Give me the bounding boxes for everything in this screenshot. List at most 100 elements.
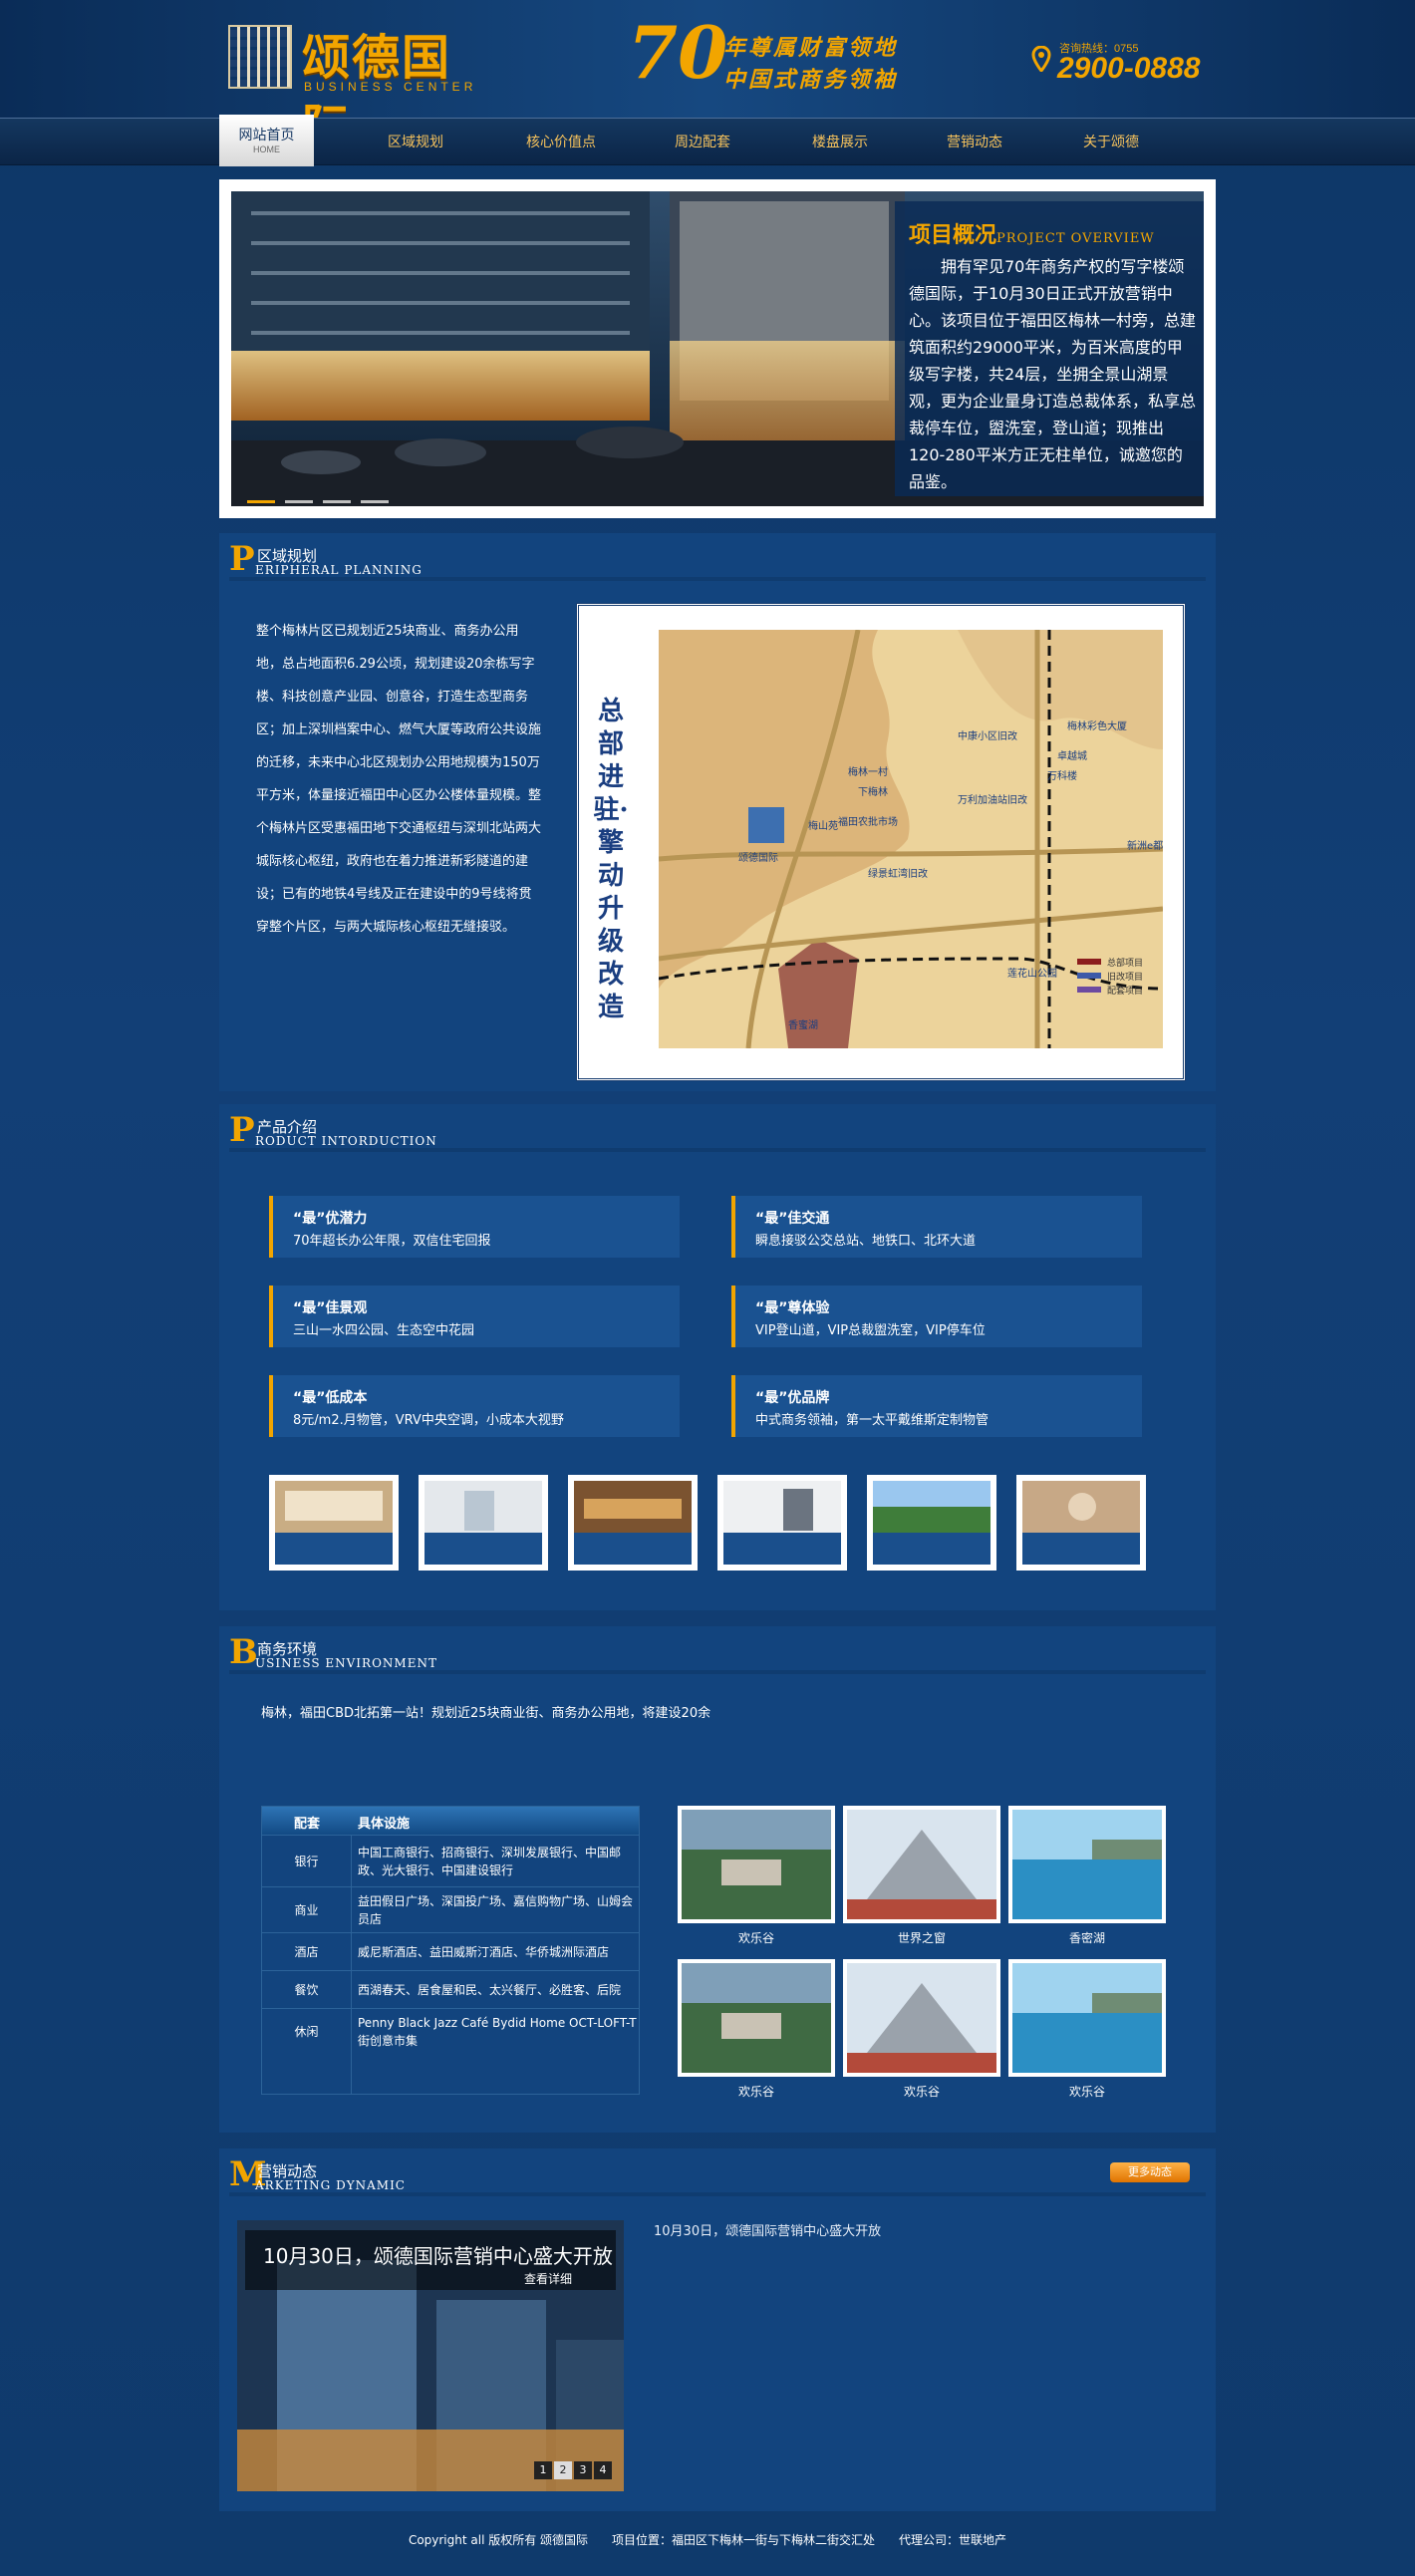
slogan: 70 年尊属财富领地 中国式商务领袖 [628,10,937,98]
map-label-market: 福田农批市场 [838,815,898,828]
feature-desc: 8元/m2.月物管，VRV中央空调，小成本大视野 [293,1413,564,1428]
hotline-number: 2900-0888 [1057,52,1201,85]
product-thumbnail[interactable] [717,1475,847,1571]
table-row: 休闲 Penny Black Jazz Café Bydid Home OCT-L… [262,2008,639,2094]
product-title-en: RODUCT INTORDUCTION [255,1134,437,1148]
product-thumbnail[interactable] [1016,1475,1146,1571]
feature-title: “最”尊体验 [755,1300,830,1316]
project-overview-panel: 项目概况PROJECT OVERVIEW 拥有罕见70年商务产权的写字楼颂德国际… [895,201,1204,496]
table-row: 银行 中国工商银行、招商银行、深圳发展银行、中国邮政、光大银行、中国建设银行 [262,1835,639,1886]
feature-title: “最”低成本 [293,1390,368,1406]
product-heading: P 产品介绍 RODUCT INTORDUCTION [229,1110,1206,1152]
planning-letter: P [229,539,255,579]
nav-item-marketing[interactable]: 营销动态 [910,119,1039,166]
nav-item-about[interactable]: 关于颂德 [1046,119,1176,166]
map-label-zhuoyue: 卓越城 [1057,749,1087,762]
feature-desc: 瞬息接驳公交总站、地铁口、北环大道 [755,1234,977,1249]
product-thumbnail[interactable] [568,1475,698,1571]
feature-card: “最”低成本 8元/m2.月物管，VRV中央空调，小成本大视野 [269,1375,680,1437]
table-cell-key: 银行 [262,1836,352,1886]
planning-map: 梅林一村 下梅林 梅山苑 福田农批市场 颂德国际 绿景虹湾旧改 中康小区旧改 万… [659,630,1163,1048]
scenery-photo[interactable] [678,1959,835,2077]
pager-page-3[interactable]: 3 [574,2461,592,2479]
planning-heading: P 区域规划 ERIPHERAL PLANNING [229,539,1206,581]
more-news-button[interactable]: 更多动态 [1110,2162,1190,2182]
feature-card: “最”佳交通瞬息接驳公交总站、地铁口、北环大道 [731,1196,1142,1258]
map-label-lvjing: 绿景虹湾旧改 [868,867,928,880]
table-cell-key: 休闲 [262,2009,352,2094]
news-detail-link[interactable]: 查看详细 [524,2270,572,2287]
page: 颂德国际 BUSINESS CENTER 70 年尊属财富领地 中国式商务领袖 … [0,0,1415,2576]
pager-page-4[interactable]: 4 [594,2461,612,2479]
feature-desc: VIP登山道，VIP总裁盥洗室，VIP停车位 [755,1323,986,1338]
feature-title: “最”优潜力 [293,1211,368,1227]
business-title-en: USINESS ENVIRONMENT [255,1656,437,1670]
product-thumbnail[interactable] [419,1475,548,1571]
slide-indicators [247,488,399,506]
pager-page-2[interactable]: 2 [554,2461,572,2479]
slide-dot-1[interactable] [247,500,275,503]
hotline: 咨询热线：0755 2900-0888 [1031,38,1221,88]
table-cell-value: 益田假日广场、深国投广场、嘉信购物广场、山姆会员店 [358,1894,634,1926]
section-planning: P 区域规划 ERIPHERAL PLANNING 整个梅林片区已规划近25块商… [219,533,1216,1091]
logo-mark-icon [228,25,292,89]
feature-desc: 70年超长办公年限，双信住宅回报 [293,1234,491,1249]
nav-home[interactable]: 网站首页 HOME [219,115,314,166]
feature-card: “最”佳景观三山一水四公园、生态空中花园 [269,1286,680,1347]
news-slide[interactable]: 10月30日，颂德国际营销中心盛大开放 查看详细 1234 [237,2220,624,2491]
business-intro: 梅林，福田CBD北拓第一站！规划近25块商业街、商务办公用地，将建设20余 [261,1706,711,1721]
feature-desc: 三山一水四公园、生态空中花园 [293,1323,475,1338]
slide-dot-4[interactable] [361,500,389,503]
table-header-cell: 具体设施 [358,1817,411,1832]
pager-page-1[interactable]: 1 [534,2461,552,2479]
map-label-xiangmihu: 香蜜湖 [788,1018,818,1031]
nav-item-showcase[interactable]: 楼盘展示 [775,119,905,166]
feature-card: “最”优潜力 70年超长办公年限，双信住宅回报 [269,1196,680,1258]
section-business: B 商务环境 USINESS ENVIRONMENT 梅林，福田CBD北拓第一站… [219,1626,1216,2133]
nav-item-core-value[interactable]: 核心价值点 [496,119,626,166]
section-product: P 产品介绍 RODUCT INTORDUCTION “最”优潜力 70年超长办公… [219,1104,1216,1610]
overview-title-en: PROJECT OVERVIEW [996,231,1155,246]
feature-title: “最”佳交通 [755,1211,830,1227]
news-caption-bar: 10月30日，颂德国际营销中心盛大开放 查看详细 [245,2230,616,2290]
map-label-caise: 梅林彩色大厦 [1067,719,1127,732]
slide-dot-3[interactable] [323,500,351,503]
location-pin-icon [1031,46,1051,72]
map-legend-2: 旧改项目 [1107,971,1143,983]
photo-caption: 欢乐谷 [1068,2085,1105,2099]
hero-slide-image[interactable]: 项目概况PROJECT OVERVIEW 拥有罕见70年商务产权的写字楼颂德国际… [231,191,1204,506]
table-cell-value: 中国工商银行、招商银行、深圳发展银行、中国邮政、光大银行、中国建设银行 [358,1846,622,1877]
slogan-line-2: 中国式商务领袖 [723,67,899,93]
table-row: 餐饮 西湖春天、居食屋和民、太兴餐厅、必胜客、后院 [262,1970,639,2008]
photo-caption: 世界之窗 [897,1931,946,1945]
nav-item-planning[interactable]: 区域规划 [351,119,480,166]
map-label-xiameilin: 下梅林 [858,785,888,798]
table-header: 配套 具体设施 [262,1807,639,1835]
nav-item-facilities[interactable]: 周边配套 [638,119,767,166]
news-list-item[interactable]: 10月30日，颂德国际营销中心盛大开放 [654,2220,881,2239]
news-pager: 1234 [532,2458,612,2479]
scenery-photo[interactable] [678,1806,835,1923]
scenery-photo[interactable] [1008,1806,1166,1923]
slide-dot-2[interactable] [285,500,313,503]
product-thumbnail[interactable] [269,1475,399,1571]
scenery-photo[interactable] [1008,1959,1166,2077]
logo-subtitle: BUSINESS CENTER [304,80,477,94]
photo-caption: 欢乐谷 [737,2085,774,2099]
feature-title: “最”佳景观 [293,1300,368,1316]
table-cell-value: 威尼斯酒店、益田威斯汀酒店、华侨城洲际酒店 [358,1945,610,1959]
scenery-photo[interactable] [843,1806,1000,1923]
map-label-zhongkang: 中康小区旧改 [958,729,1017,742]
overview-body: 拥有罕见70年商务产权的写字楼颂德国际，于10月30日正式开放营销中心。该项目位… [909,257,1197,491]
nav-home-label: 网站首页 [238,128,295,143]
scenery-photo[interactable] [843,1959,1000,2077]
map-legend-1: 总部项目 [1107,957,1143,969]
planning-map-frame[interactable]: 总部进驻·擎动升级改造 梅林一村 下梅林 梅山苑 福田农批市场 颂德国际 绿景虹… [576,603,1186,1081]
photo-caption: 欢乐谷 [737,1931,774,1945]
product-thumbnail[interactable] [867,1475,996,1571]
product-letter: P [229,1110,255,1150]
feature-title: “最”优品牌 [755,1390,830,1406]
planning-text: 整个梅林片区已规划近25块商业、商务办公用地，总占地面积6.29公顷，规划建设2… [256,624,542,935]
logo[interactable]: 颂德国际 BUSINESS CENTER [228,22,489,155]
table-cell-value: Penny Black Jazz Café Bydid Home OCT-LOF… [358,2016,637,2048]
